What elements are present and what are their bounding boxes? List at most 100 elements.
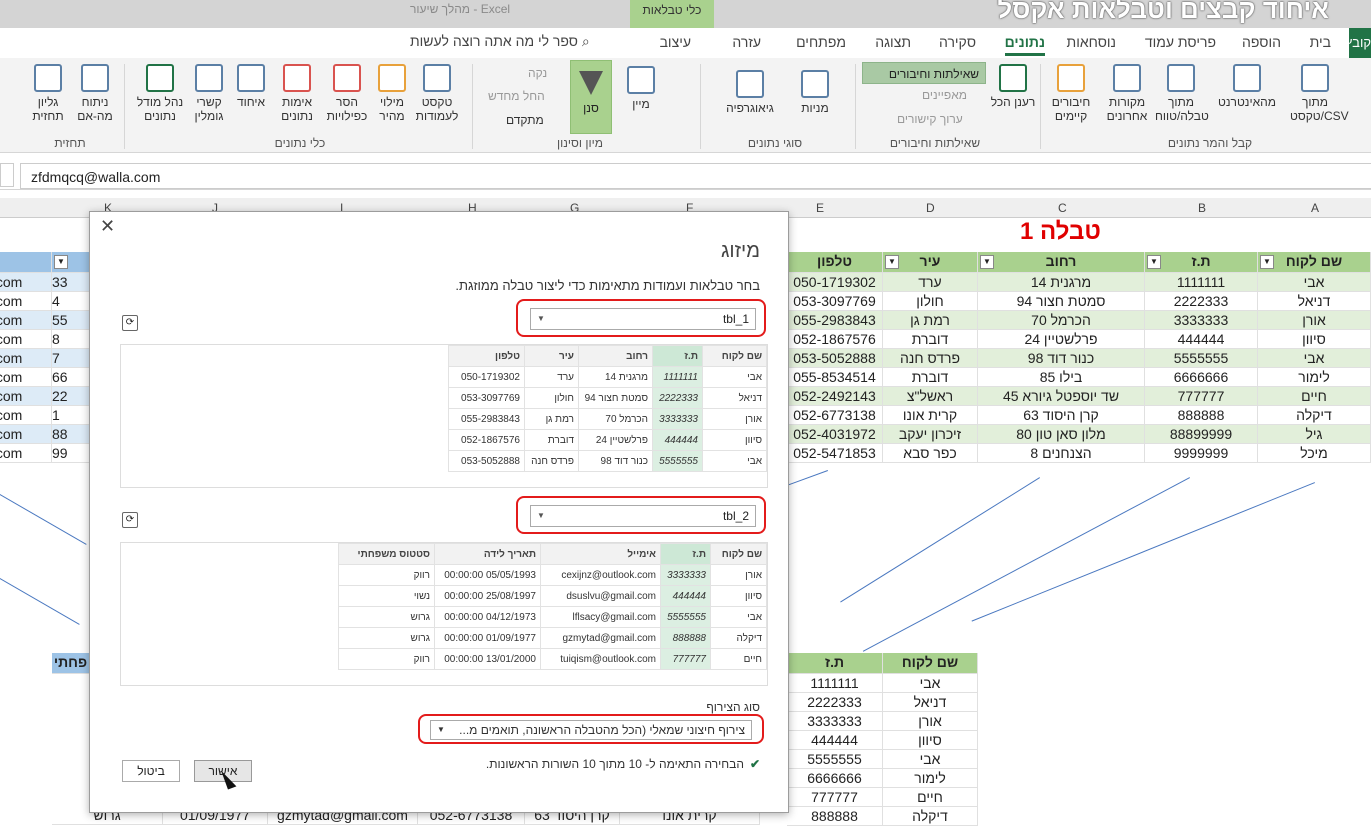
table1-cell[interactable]: 88899999 [1145,425,1258,444]
stocks-button[interactable]: מניות [790,70,840,115]
table1-cell[interactable]: כנור דוד 98 [978,349,1145,368]
table3-header-cell[interactable]: שם לקוח [883,653,978,674]
table1-header-cell[interactable]: שם לקוח [1258,252,1371,273]
table1-cell[interactable]: דניאל [1258,292,1371,311]
table1-cell[interactable]: 052-2492143 [787,387,883,406]
tab-data[interactable]: נתונים [1004,34,1045,56]
join-kind-select[interactable]: צירוף חיצוני שמאלי (הכל מהטבלה הראשונה, … [430,720,752,740]
table2-header-cell[interactable] [0,252,52,273]
close-icon[interactable]: ✕ [100,216,115,237]
table2-k-cell[interactable]: 88 [52,425,92,444]
table2-email-cell[interactable]: .com [0,273,52,292]
column-header[interactable]: D [926,201,935,215]
tab-view[interactable]: תצוגה [875,34,911,50]
table1-cell[interactable]: דוברת [883,330,978,349]
table1-header-cell[interactable]: רחוב [978,252,1145,273]
tab-home[interactable]: בית [1310,34,1331,50]
table1-header-cell[interactable]: ת.ז [1145,252,1258,273]
preview-header-cell[interactable]: סטטוס משפחתי [338,543,435,565]
table1-cell[interactable]: בילו 85 [978,368,1145,387]
table1-cell[interactable]: אבי [1258,349,1371,368]
table1-cell[interactable]: 052-1867576 [787,330,883,349]
table1-cell[interactable]: ערד [883,273,978,292]
table1-cell[interactable]: 777777 [1145,387,1258,406]
cancel-button[interactable]: ביטול [122,760,180,782]
table1-cell[interactable]: 053-5052888 [787,349,883,368]
table2-email-cell[interactable]: .com [0,444,52,463]
table1-cell[interactable]: הצנחנים 8 [978,444,1145,463]
clear-button[interactable]: נקה [528,66,547,80]
table2-email-cell[interactable]: .com [0,387,52,406]
tab-file[interactable]: קובץ [1349,28,1371,58]
table3-cell[interactable]: דיקלה [883,807,978,826]
table2-select[interactable]: tbl_2 ▼ [530,505,756,527]
table1-cell[interactable]: 3333333 [1145,311,1258,330]
table1-cell[interactable]: קרית אונו [883,406,978,425]
queries-connections-button[interactable]: שאילתות וחיבורים [862,62,986,84]
table3-cell[interactable]: 444444 [787,731,883,750]
table1-cell[interactable]: 2222333 [1145,292,1258,311]
geography-button[interactable]: גיאוגרפיה [722,70,778,115]
filter-dropdown-icon[interactable]: ▼ [1147,255,1161,269]
table3-cell[interactable]: אבי [883,674,978,693]
table1-cell[interactable]: פרדס חנה [883,349,978,368]
manage-data-model-button[interactable]: נהל מודל נתונים [134,64,186,123]
table1-cell[interactable]: קרן היסוד 63 [978,406,1145,425]
tab-review[interactable]: סקירה [939,34,976,50]
table3-cell[interactable]: 3333333 [787,712,883,731]
table1-cell[interactable]: דיקלה [1258,406,1371,425]
table3-cell[interactable]: אורן [883,712,978,731]
table2-k-cell[interactable]: 7 [52,349,92,368]
table2-k-cell[interactable]: 22 [52,387,92,406]
tell-me-search[interactable]: ⌕ ספר לי מה אתה רוצה לעשות [410,33,590,50]
table2-email-cell[interactable]: .com [0,406,52,425]
tab-formulas[interactable]: נוסחאות [1067,34,1116,50]
table1-cell[interactable]: 052-6773138 [787,406,883,425]
table1-cell[interactable]: דוברת [883,368,978,387]
tab-help[interactable]: עזרה [732,34,761,50]
tab-developer[interactable]: מפתחים [796,34,846,50]
table1-cell[interactable]: 9999999 [1145,444,1258,463]
table1-cell[interactable]: חיים [1258,387,1371,406]
table2-k-cell[interactable]: 1 [52,406,92,425]
filter-dropdown-icon[interactable]: ▼ [1260,255,1274,269]
table1-cell[interactable]: 050-1719302 [787,273,883,292]
table2-email-cell[interactable]: .com [0,330,52,349]
preview-header-cell[interactable]: עיר [524,345,579,367]
properties-button[interactable]: מאפיינים [922,88,967,102]
preview-header-cell[interactable]: טלפון [448,345,525,367]
table1-cell[interactable]: 888888 [1145,406,1258,425]
from-text-csv-button[interactable]: מתוך טקסט/CSV [1290,64,1349,123]
preview-header-cell[interactable]: רחוב [578,345,653,367]
table1-cell[interactable]: חולון [883,292,978,311]
table2-email-cell[interactable]: .com [0,425,52,444]
preview-header-cell[interactable]: שם לקוח [710,543,767,565]
remove-duplicates-button[interactable]: הסר כפילויות [325,64,369,123]
preview-header-cell[interactable]: ת.ז [652,345,703,367]
table1-cell[interactable]: 055-2983843 [787,311,883,330]
table3-cell[interactable]: 888888 [787,807,883,826]
table1-cell[interactable]: 1111111 [1145,273,1258,292]
table1-cell[interactable]: פרלשטיין 24 [978,330,1145,349]
preview-header-cell[interactable]: שם לקוח [702,345,767,367]
table3-cell[interactable]: חיים [883,788,978,807]
filter-dropdown-icon[interactable]: ▼ [980,255,994,269]
relationships-button[interactable]: קשרי גומלין [188,64,230,123]
tab-insert[interactable]: הוספה [1242,34,1281,50]
table1-cell[interactable]: סמטת חצור 94 [978,292,1145,311]
table2-k-cell[interactable]: 55 [52,311,92,330]
table1-cell[interactable]: כפר סבא [883,444,978,463]
column-header[interactable]: E [816,201,824,215]
table1-cell[interactable]: 5555555 [1145,349,1258,368]
table3-header-cell[interactable]: ת.ז [787,653,883,674]
table3-cell[interactable]: 2222333 [787,693,883,712]
from-web-button[interactable]: מהאינטרנט [1215,64,1279,109]
table1-cell[interactable]: אבי [1258,273,1371,292]
table2-k-cell[interactable]: 8 [52,330,92,349]
filter-button[interactable]: סנן [570,60,612,134]
table2-email-cell[interactable]: .com [0,368,52,387]
table1-cell[interactable]: 052-4031972 [787,425,883,444]
table1-cell[interactable]: 444444 [1145,330,1258,349]
table3-cell[interactable]: סיוון [883,731,978,750]
table3-cell[interactable]: 5555555 [787,750,883,769]
